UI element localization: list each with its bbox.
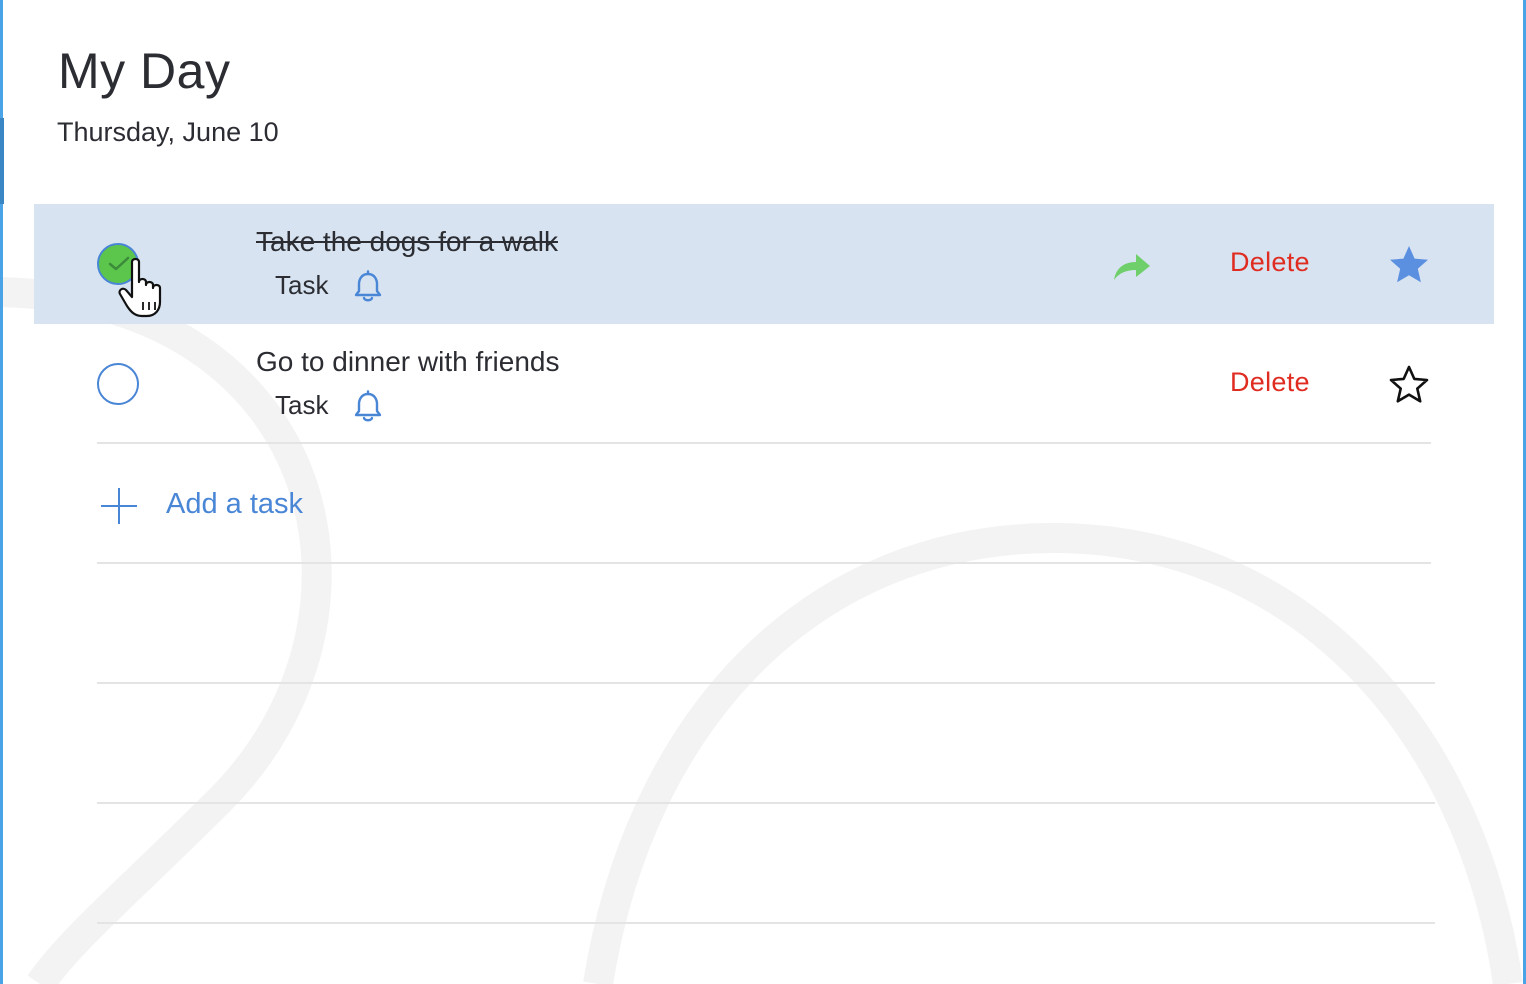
checkmark-icon bbox=[108, 256, 130, 271]
divider bbox=[97, 562, 1431, 564]
app-window: My Day Thursday, June 10 Take the dogs f… bbox=[0, 0, 1526, 984]
star-filled-icon[interactable] bbox=[1388, 244, 1430, 286]
add-task-label: Add a task bbox=[166, 488, 304, 520]
task-type-label: Task bbox=[275, 390, 329, 420]
task-title[interactable]: Take the dogs for a walk bbox=[256, 226, 558, 258]
move-arrow-icon[interactable] bbox=[1112, 250, 1152, 282]
page-title: My Day bbox=[58, 43, 231, 99]
divider bbox=[97, 802, 1435, 804]
task-title[interactable]: Go to dinner with friends bbox=[256, 346, 560, 378]
task-type-label: Task bbox=[275, 270, 329, 300]
bell-icon[interactable] bbox=[352, 270, 384, 304]
delete-button[interactable]: Delete bbox=[1230, 367, 1310, 398]
star-outline-icon[interactable] bbox=[1388, 364, 1430, 406]
plus-icon bbox=[101, 488, 137, 524]
bell-icon[interactable] bbox=[352, 390, 384, 424]
divider bbox=[97, 682, 1435, 684]
delete-button[interactable]: Delete bbox=[1230, 247, 1310, 278]
task-row[interactable]: Go to dinner with friends Task Delete bbox=[34, 324, 1494, 444]
add-task-button[interactable]: Add a task bbox=[97, 480, 497, 536]
divider bbox=[97, 442, 1431, 444]
divider bbox=[97, 922, 1435, 924]
task-complete-checkbox[interactable] bbox=[97, 363, 139, 405]
window-left-edge-marker bbox=[0, 118, 4, 204]
page-date: Thursday, June 10 bbox=[57, 117, 279, 147]
task-row[interactable]: Take the dogs for a walk Task Delete bbox=[34, 204, 1494, 324]
task-complete-checkbox[interactable] bbox=[97, 243, 139, 285]
